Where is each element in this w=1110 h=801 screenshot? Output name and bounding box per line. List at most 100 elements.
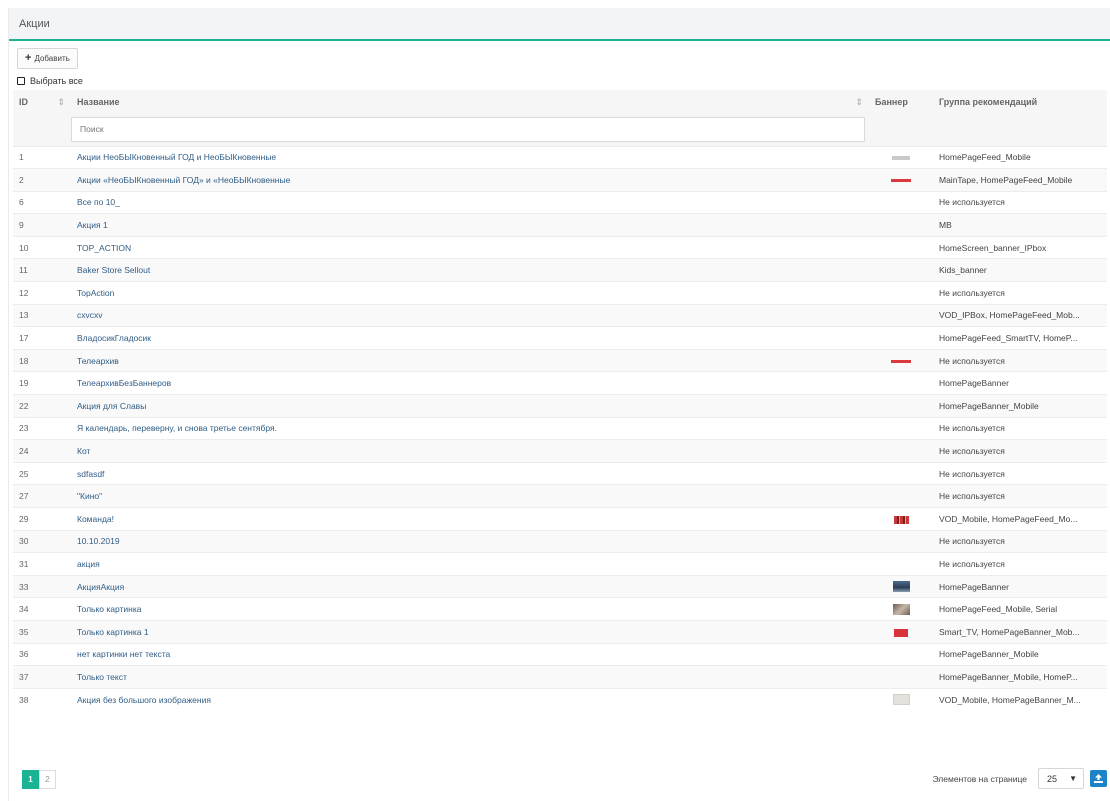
table-row[interactable]: 10 TOP_ACTION HomeScreen_banner_IPbox	[13, 235, 1107, 259]
promotion-name-link[interactable]: Акция 1	[77, 220, 108, 230]
search-input[interactable]	[71, 116, 865, 142]
promotion-name-link[interactable]: Телеархив	[77, 356, 119, 366]
page-button[interactable]: 1	[22, 770, 39, 789]
banner-thumbnail[interactable]	[891, 359, 911, 363]
row-group: MB	[933, 213, 1107, 237]
page-title: Акции	[19, 17, 50, 30]
row-banner	[869, 439, 933, 463]
banner-thumbnail[interactable]	[893, 515, 909, 524]
banner-thumbnail[interactable]	[892, 581, 910, 593]
banner-thumbnail[interactable]	[894, 628, 908, 637]
banner-thumbnail[interactable]	[892, 603, 910, 615]
per-page-select[interactable]: 25 ▼	[1038, 768, 1084, 789]
table-row[interactable]: 33 АкцияАкция HomePageBanner	[13, 574, 1107, 598]
table-row[interactable]: 37 Только текст HomePageBanner_Mobile, Hom…	[13, 665, 1107, 689]
table-row[interactable]: 23 Я календарь, переверну, и снова третье…	[13, 416, 1107, 440]
row-id: 1	[13, 145, 71, 169]
sort-icon[interactable]: ⇕	[855, 97, 863, 108]
table-row[interactable]: 29 Команда! VOD_Mobile, HomePageFeed_Mo...	[13, 507, 1107, 531]
table-row[interactable]: 36 нет картинки нет текста HomePageBanner_…	[13, 642, 1107, 666]
row-id: 13	[13, 303, 71, 327]
row-group: Не используется	[933, 529, 1107, 553]
table-row[interactable]: 9 Акция 1 MB	[13, 213, 1107, 237]
row-id: 36	[13, 642, 71, 666]
row-id: 34	[13, 597, 71, 621]
promotion-name-link[interactable]: Команда!	[77, 514, 114, 524]
promotion-name-link[interactable]: ТелеархивБезБаннеров	[77, 378, 171, 388]
promotion-name-link[interactable]: Акции «НеоБЫКновенный ГОД» и «НеоБЫКнове…	[77, 175, 290, 185]
promotion-name-link[interactable]: "Кино"	[77, 491, 102, 501]
row-banner	[869, 665, 933, 689]
row-banner	[869, 258, 933, 282]
row-banner	[869, 235, 933, 259]
table-row[interactable]: 31 акция Не используется	[13, 552, 1107, 576]
promotion-name-link[interactable]: Baker Store Sellout	[77, 265, 150, 275]
table-row[interactable]: 1 Акции НеоБЫКновенный ГОД и НеоБЫКновенн…	[13, 145, 1107, 169]
row-id: 17	[13, 326, 71, 350]
promotion-name-link[interactable]: нет картинки нет текста	[77, 649, 170, 659]
column-header-banner[interactable]: Баннер	[869, 90, 933, 113]
table-row[interactable]: 38 Акция без большого изображения VOD_Mobi…	[13, 687, 1107, 711]
promotion-name-link[interactable]: Только картинка 1	[77, 627, 149, 637]
row-banner	[869, 326, 933, 350]
table-row[interactable]: 11 Baker Store Sellout Kids_banner	[13, 258, 1107, 282]
table-row[interactable]: 27 "Кино" Не используется	[13, 484, 1107, 508]
row-group: VOD_Mobile, HomePageBanner_M...	[933, 687, 1107, 711]
table-row[interactable]: 18 Телеархив Не используется	[13, 348, 1107, 372]
table-row[interactable]: 35 Только картинка 1 Smart_TV, HomePageBan…	[13, 619, 1107, 644]
row-id: 6	[13, 190, 71, 214]
table-row[interactable]: 24 Кот Не используется	[13, 439, 1107, 463]
column-header-id[interactable]: ID ⇕	[13, 90, 71, 113]
promotion-name-link[interactable]: Акции НеоБЫКновенный ГОД и НеоБЫКновенны…	[77, 152, 276, 162]
promotion-name-link[interactable]: Только текст	[77, 672, 127, 682]
table-row[interactable]: 2 Акции «НеоБЫКновенный ГОД» и «НеоБЫКнов…	[13, 168, 1107, 192]
table-row[interactable]: 25 sdfasdf Не используется	[13, 461, 1107, 485]
select-all[interactable]: Выбрать все	[9, 75, 1110, 87]
row-banner	[869, 597, 933, 621]
row-banner	[869, 642, 933, 666]
banner-thumbnail[interactable]	[892, 156, 910, 161]
sort-icon[interactable]: ⇕	[57, 97, 65, 108]
row-banner	[869, 394, 933, 418]
promotion-name-link[interactable]: Только картинка	[77, 604, 142, 614]
table-row[interactable]: 13 cxvcxv VOD_IPBox, HomePageFeed_Mob...	[13, 303, 1107, 327]
table-row[interactable]: 12 TopAction Не используется	[13, 281, 1107, 305]
promotion-name-link[interactable]: TopAction	[77, 288, 114, 298]
banner-thumbnail[interactable]	[892, 694, 910, 706]
table-row[interactable]: 19 ТелеархивБезБаннеров HomePageBanner	[13, 371, 1107, 395]
table-row[interactable]: 22 Акция для Славы HomePageBanner_Mobile	[13, 394, 1107, 418]
plus-icon: +	[25, 51, 32, 64]
promotion-name-link[interactable]: TOP_ACTION	[77, 243, 131, 253]
row-banner	[869, 687, 933, 711]
select-all-checkbox[interactable]	[17, 77, 25, 85]
table-row[interactable]: 30 10.10.2019 Не используется	[13, 529, 1107, 553]
promotion-name-link[interactable]: акция	[77, 559, 100, 569]
panel-header: Акции	[9, 8, 1110, 41]
row-id: 31	[13, 552, 71, 576]
row-group: MainTape, HomePageFeed_Mobile	[933, 168, 1107, 192]
banner-thumbnail[interactable]	[891, 179, 911, 183]
table-row[interactable]: 6 Все по 10_ Не используется	[13, 190, 1107, 214]
column-header-group[interactable]: Группа рекомендаций	[933, 90, 1107, 113]
promotion-name-link[interactable]: cxvcxv	[77, 310, 103, 320]
row-banner	[869, 529, 933, 553]
row-banner	[869, 416, 933, 440]
row-banner	[869, 484, 933, 508]
promotion-name-link[interactable]: 10.10.2019	[77, 536, 120, 546]
page-button[interactable]: 2	[39, 770, 56, 789]
promotion-name-link[interactable]: Я календарь, переверну, и снова третье с…	[77, 423, 277, 433]
promotion-name-link[interactable]: Акция для Славы	[77, 401, 146, 411]
promotion-name-link[interactable]: Акция без большого изображения	[77, 695, 211, 705]
promotion-name-link[interactable]: Все по 10_	[77, 197, 120, 207]
column-header-name[interactable]: Название ⇕	[71, 90, 869, 113]
export-button[interactable]	[1090, 770, 1107, 787]
row-banner	[869, 507, 933, 531]
table-row[interactable]: 17 ВладосикГладосик HomePageFeed_SmartTV, …	[13, 326, 1107, 350]
promotion-name-link[interactable]: Кот	[77, 446, 90, 456]
row-group: HomePageBanner_Mobile	[933, 394, 1107, 418]
promotion-name-link[interactable]: sdfasdf	[77, 469, 104, 479]
promotion-name-link[interactable]: ВладосикГладосик	[77, 333, 151, 343]
table-row[interactable]: 34 Только картинка HomePageFeed_Mobile, Se…	[13, 597, 1107, 621]
promotion-name-link[interactable]: АкцияАкция	[77, 582, 124, 592]
add-button[interactable]: + Добавить	[17, 47, 78, 69]
